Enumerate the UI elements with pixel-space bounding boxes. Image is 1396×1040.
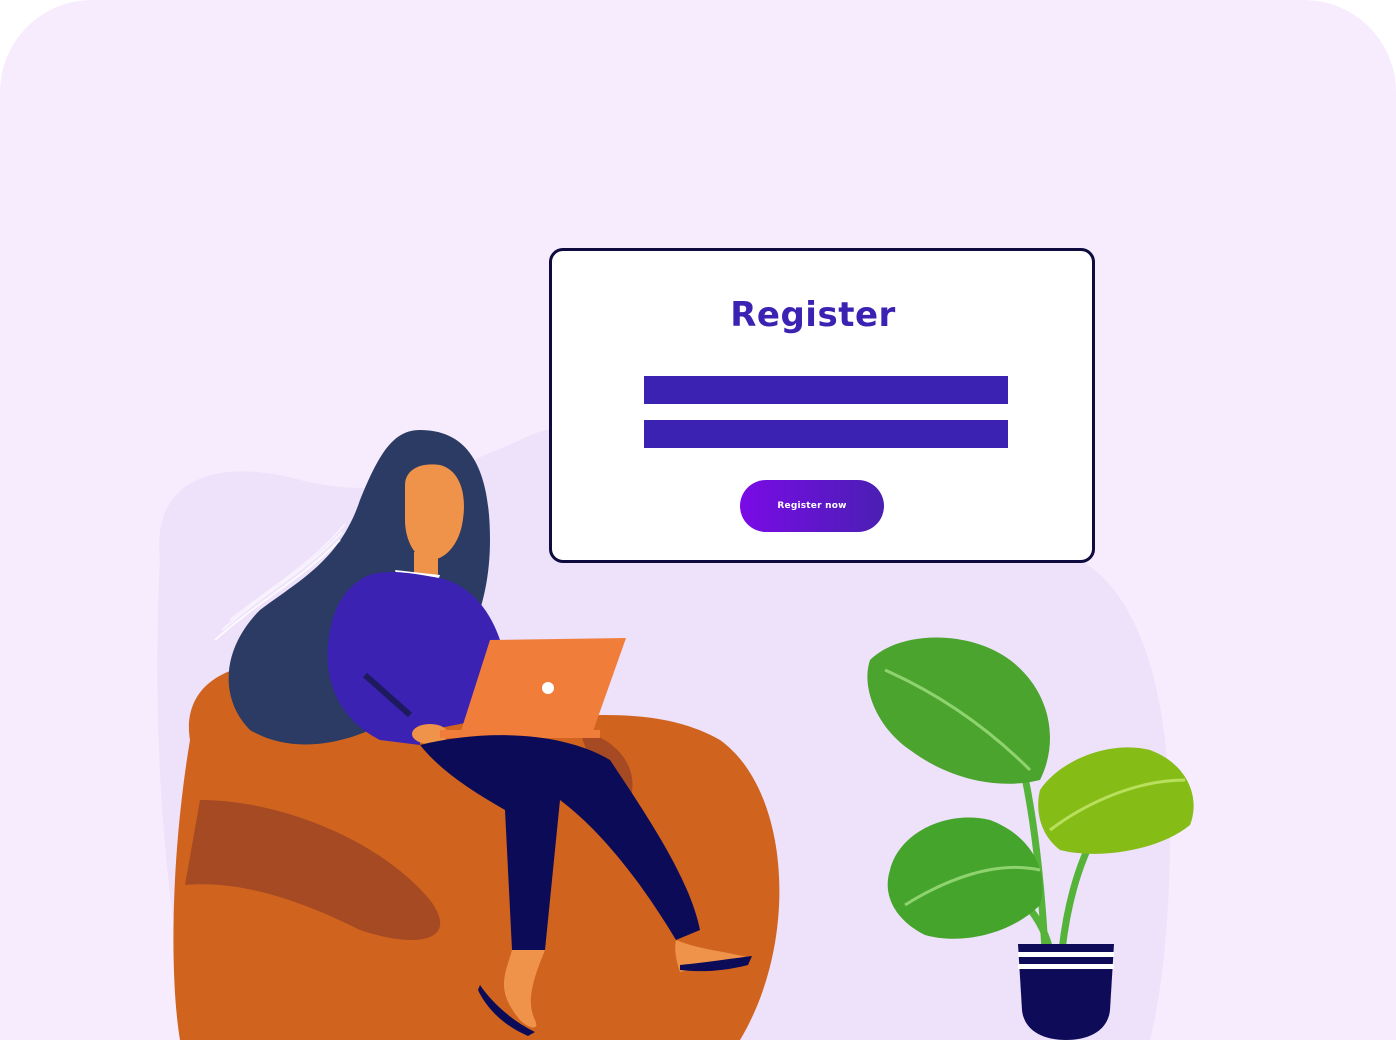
register-now-button[interactable]: Register now — [740, 480, 884, 532]
register-field-2[interactable] — [644, 420, 1008, 448]
register-field-1[interactable] — [644, 376, 1008, 404]
register-card: Register Register now — [549, 248, 1095, 563]
register-illustration-screen: Register Register now — [0, 0, 1396, 1040]
register-title: Register — [730, 295, 896, 335]
